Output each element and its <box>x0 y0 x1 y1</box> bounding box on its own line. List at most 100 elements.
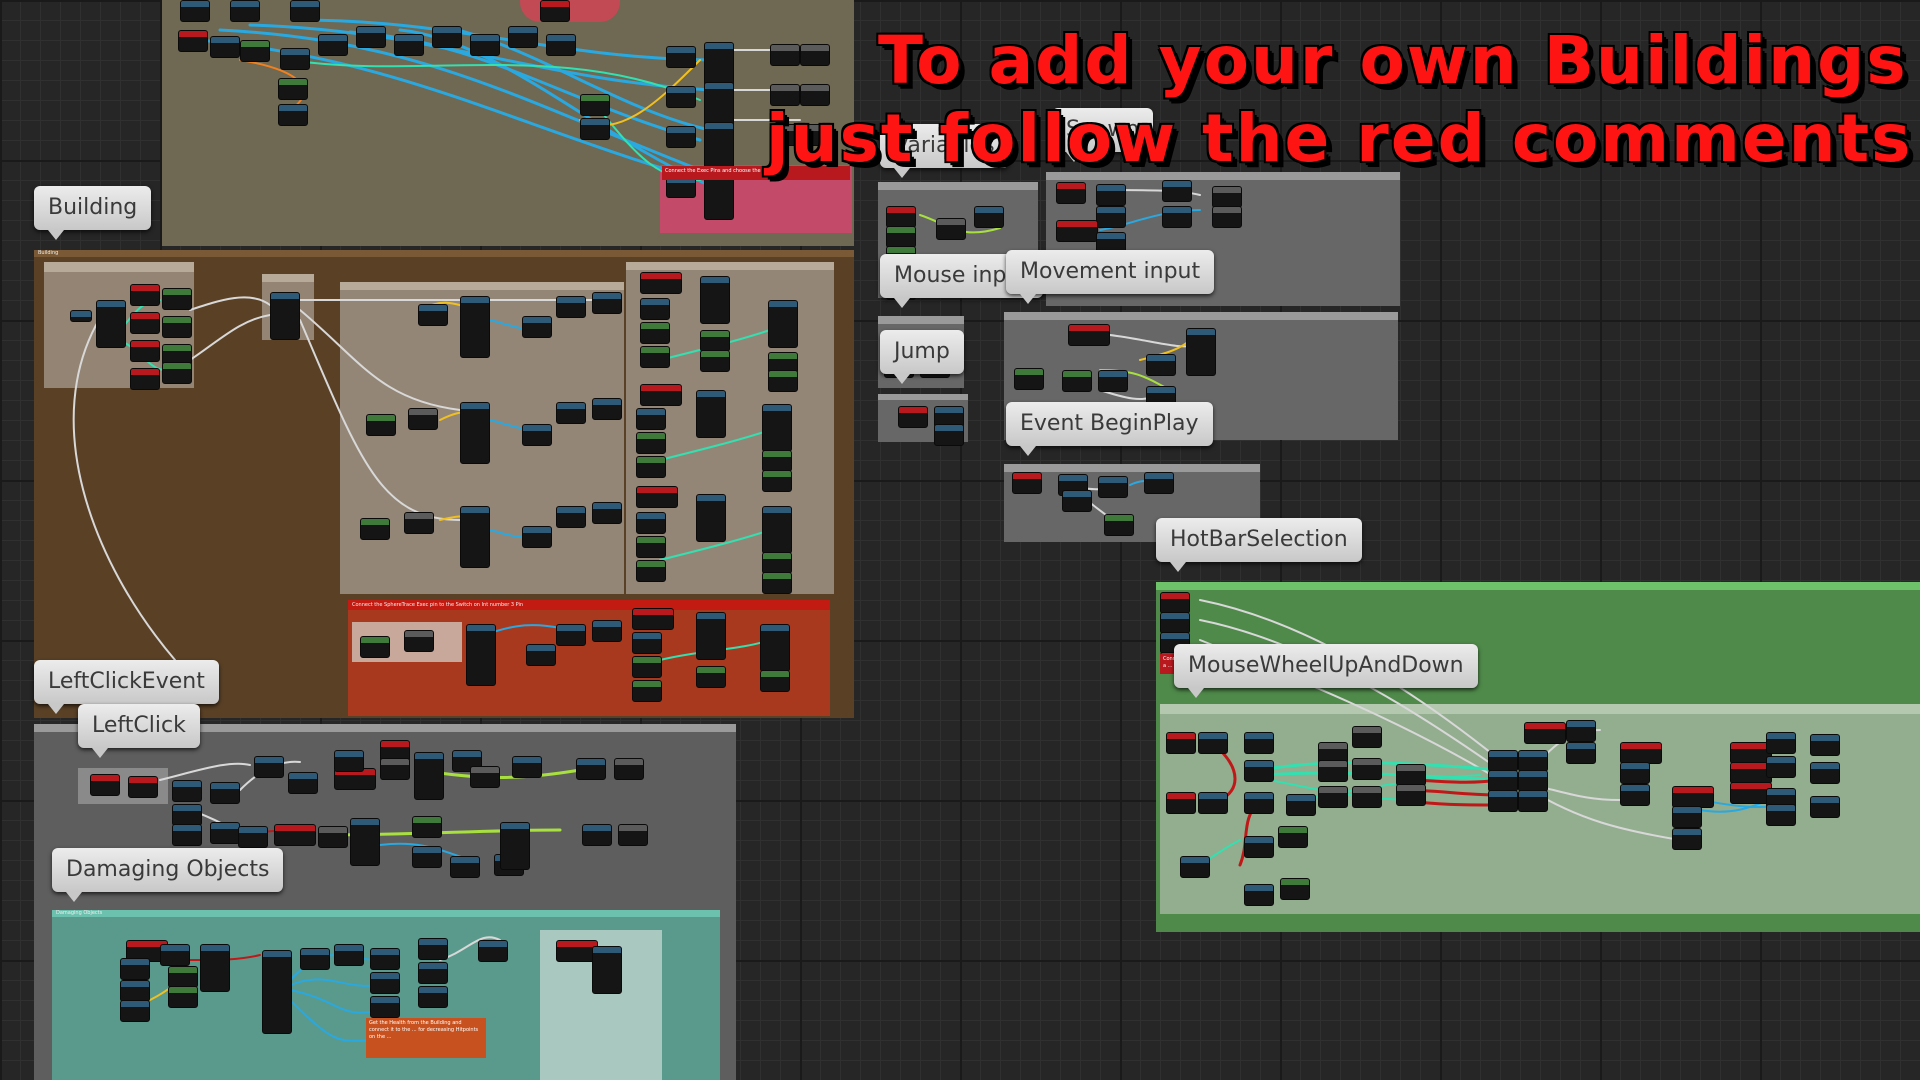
graph-node[interactable] <box>418 962 448 984</box>
graph-node[interactable] <box>70 310 92 322</box>
graph-node[interactable] <box>130 284 160 306</box>
graph-node[interactable] <box>120 958 150 980</box>
graph-node[interactable] <box>128 776 158 798</box>
graph-node[interactable] <box>290 0 320 22</box>
graph-node[interactable] <box>1810 734 1840 756</box>
graph-node[interactable] <box>512 756 542 778</box>
graph-node[interactable] <box>418 938 448 960</box>
graph-node[interactable] <box>1352 786 1382 808</box>
graph-node[interactable] <box>168 966 198 988</box>
graph-node[interactable] <box>394 34 424 56</box>
graph-node[interactable] <box>768 300 798 348</box>
graph-node[interactable] <box>90 774 120 796</box>
graph-node[interactable] <box>418 986 448 1008</box>
graph-node[interactable] <box>580 94 610 116</box>
graph-node[interactable] <box>1488 790 1518 812</box>
graph-node[interactable] <box>130 340 160 362</box>
graph-node[interactable] <box>1672 806 1702 828</box>
graph-node[interactable] <box>1318 760 1348 782</box>
graph-node[interactable] <box>274 824 316 846</box>
label-mouse-wheel[interactable]: MouseWheelUpAndDown <box>1174 644 1478 698</box>
graph-node[interactable] <box>1056 220 1098 242</box>
graph-node[interactable] <box>356 26 386 48</box>
graph-node[interactable] <box>1810 762 1840 784</box>
graph-node[interactable] <box>162 316 192 338</box>
graph-node[interactable] <box>592 292 622 314</box>
graph-node[interactable] <box>546 34 576 56</box>
graph-node[interactable] <box>288 772 318 794</box>
graph-node[interactable] <box>640 322 670 344</box>
graph-node[interactable] <box>466 624 496 686</box>
graph-node[interactable] <box>96 300 126 348</box>
graph-node[interactable] <box>1566 720 1596 742</box>
graph-node[interactable] <box>200 944 230 992</box>
graph-node[interactable] <box>696 612 726 660</box>
graph-node[interactable] <box>704 122 734 170</box>
graph-node[interactable] <box>1244 732 1274 754</box>
graph-node[interactable] <box>270 292 300 340</box>
graph-node[interactable] <box>666 46 696 68</box>
graph-node[interactable] <box>636 536 666 558</box>
graph-node[interactable] <box>278 104 308 126</box>
graph-node[interactable] <box>172 804 202 826</box>
graph-node[interactable] <box>762 450 792 472</box>
label-hotbar-selection[interactable]: HotBarSelection <box>1156 518 1362 572</box>
graph-node[interactable] <box>636 512 666 534</box>
graph-node[interactable] <box>162 288 192 310</box>
graph-node[interactable] <box>540 0 570 22</box>
graph-node[interactable] <box>1062 490 1092 512</box>
graph-node[interactable] <box>414 752 444 800</box>
graph-node[interactable] <box>1244 836 1274 858</box>
graph-node[interactable] <box>1104 514 1134 536</box>
graph-node[interactable] <box>1160 592 1190 614</box>
graph-node[interactable] <box>408 408 438 430</box>
graph-node[interactable] <box>700 276 730 324</box>
graph-node[interactable] <box>636 560 666 582</box>
graph-node[interactable] <box>1146 354 1176 376</box>
graph-node[interactable] <box>1280 878 1310 900</box>
graph-node[interactable] <box>1166 732 1196 754</box>
graph-node[interactable] <box>770 44 800 66</box>
graph-node[interactable] <box>1014 368 1044 390</box>
graph-node[interactable] <box>1098 370 1128 392</box>
graph-node[interactable] <box>1620 784 1650 806</box>
graph-node[interactable] <box>1672 828 1702 850</box>
graph-node[interactable] <box>1352 758 1382 780</box>
graph-node[interactable] <box>636 456 666 478</box>
graph-node[interactable] <box>450 856 480 878</box>
graph-node[interactable] <box>478 940 508 962</box>
graph-node[interactable] <box>130 312 160 334</box>
graph-node[interactable] <box>1766 804 1796 826</box>
graph-node[interactable] <box>1396 784 1426 806</box>
graph-node[interactable] <box>1244 760 1274 782</box>
graph-node[interactable] <box>1286 794 1316 816</box>
graph-node[interactable] <box>380 758 410 780</box>
graph-node[interactable] <box>460 296 490 358</box>
label-left-click-event[interactable]: LeftClickEvent <box>34 660 219 714</box>
label-left-click[interactable]: LeftClick <box>78 704 200 758</box>
graph-node[interactable] <box>1766 732 1796 754</box>
graph-node[interactable] <box>240 40 270 62</box>
graph-node[interactable] <box>556 506 586 528</box>
graph-node[interactable] <box>1186 328 1216 376</box>
graph-node[interactable] <box>360 518 390 540</box>
graph-node[interactable] <box>370 996 400 1018</box>
graph-node[interactable] <box>238 826 268 848</box>
graph-node[interactable] <box>800 44 830 66</box>
graph-node[interactable] <box>1518 790 1548 812</box>
graph-node[interactable] <box>696 666 726 688</box>
graph-node[interactable] <box>760 670 790 692</box>
graph-node[interactable] <box>556 624 586 646</box>
graph-node[interactable] <box>768 370 798 392</box>
graph-node[interactable] <box>160 944 190 966</box>
graph-node[interactable] <box>762 470 792 492</box>
graph-node[interactable] <box>172 824 202 846</box>
graph-node[interactable] <box>636 408 666 430</box>
graph-node[interactable] <box>934 424 964 446</box>
graph-node[interactable] <box>576 758 606 780</box>
graph-node[interactable] <box>404 630 434 652</box>
graph-node[interactable] <box>974 206 1004 228</box>
graph-node[interactable] <box>1212 206 1242 228</box>
label-jump[interactable]: Jump <box>880 330 964 384</box>
graph-node[interactable] <box>318 34 348 56</box>
